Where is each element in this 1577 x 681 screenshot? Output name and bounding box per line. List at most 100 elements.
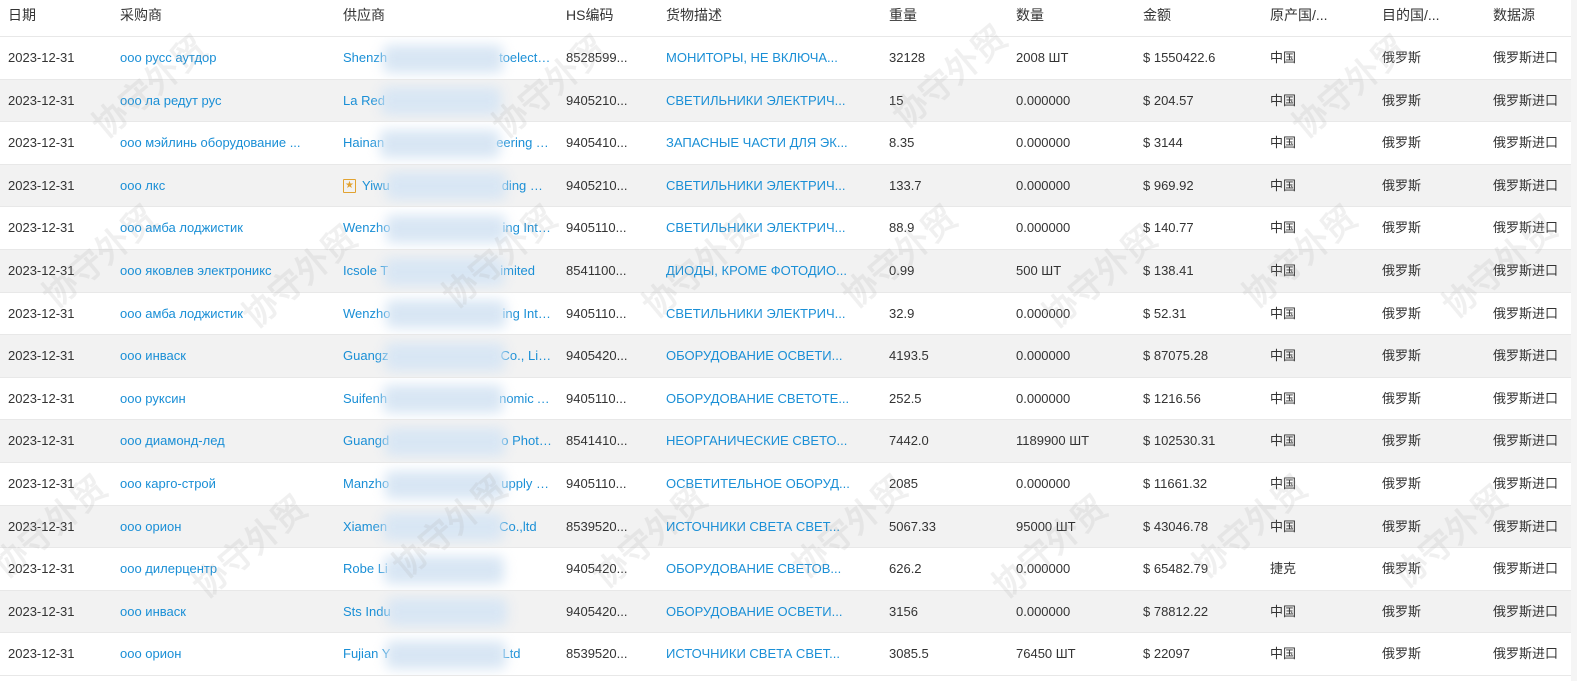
header-weight[interactable]: 重量 [881, 0, 1008, 37]
description-link[interactable]: СВЕТИЛЬНИКИ ЭЛЕКТРИЧ... [658, 164, 881, 208]
description-link[interactable]: СВЕТИЛЬНИКИ ЭЛЕКТРИЧ... [658, 79, 881, 123]
supplier-link[interactable]: Guangz Co., Limited [335, 335, 558, 378]
supplier-link[interactable]: ★Yiwuding Co.,... [335, 164, 558, 208]
description-link[interactable]: СВЕТИЛЬНИКИ ЭЛЕКТРИЧ... [658, 293, 881, 336]
supplier-link[interactable]: Fujian Y Ltd [335, 633, 558, 676]
cell-quantity: 0.000000 [1008, 164, 1135, 208]
supplier-link[interactable]: Robe Li [335, 548, 558, 591]
supplier-name-end: ing Intern... [502, 220, 558, 236]
redacted-blur [385, 172, 506, 201]
header-amount[interactable]: 金额 [1135, 0, 1262, 37]
cell-destination: 俄罗斯 [1374, 505, 1485, 549]
header-quantity[interactable]: 数量 [1008, 0, 1135, 37]
description-link[interactable]: ОБОРУДОВАНИЕ ОСВЕТИ... [658, 590, 881, 634]
description-link[interactable]: ДИОДЫ, КРОМЕ ФОТОДИО... [658, 249, 881, 293]
cell-source: 俄罗斯进口 [1485, 249, 1571, 293]
redacted-blur [386, 598, 507, 627]
bookmark-icon: ★ [343, 179, 356, 194]
supplier-link[interactable]: Wenzho ing Intern... [335, 293, 558, 336]
description-link[interactable]: ОБОРУДОВАНИЕ СВЕТОТЕ... [658, 378, 881, 421]
buyer-link[interactable]: ооо русс аутдор [112, 37, 335, 80]
description-link[interactable]: СВЕТИЛЬНИКИ ЭЛЕКТРИЧ... [658, 207, 881, 250]
cell-amount: $ 87075.28 [1135, 335, 1262, 378]
buyer-link[interactable]: ооо руксин [112, 378, 335, 421]
description-link[interactable]: ОСВЕТИТЕЛЬНОЕ ОБОРУД... [658, 463, 881, 506]
cell-source: 俄罗斯进口 [1485, 633, 1571, 676]
supplier-link[interactable]: Wenzho ing Intern... [335, 207, 558, 250]
supplier-link[interactable]: Suifenh nomic A... [335, 378, 558, 421]
cell-quantity: 0.000000 [1008, 79, 1135, 123]
cell-quantity: 0.000000 [1008, 122, 1135, 165]
header-data-source[interactable]: 数据源 [1485, 0, 1571, 37]
header-origin-country[interactable]: 原产国/... [1262, 0, 1374, 37]
buyer-link[interactable]: ооо орион [112, 505, 335, 549]
cell-origin: 中国 [1262, 633, 1374, 676]
buyer-link[interactable]: ооо мэйлинь оборудование ... [112, 122, 335, 165]
cell-hs-code: 8539520... [558, 633, 658, 676]
supplier-name-end: upply Ch... [501, 475, 558, 491]
buyer-link[interactable]: ооо диамонд-лед [112, 420, 335, 463]
redacted-blur [386, 300, 507, 329]
cell-origin: 中国 [1262, 590, 1374, 634]
cell-amount: $ 52.31 [1135, 293, 1262, 336]
description-link[interactable]: МОНИТОРЫ, НЕ ВКЛЮЧА... [658, 37, 881, 80]
buyer-link[interactable]: ооо ла редут рус [112, 79, 335, 123]
redacted-blur [385, 427, 506, 456]
supplier-name-end: o Photoe... [501, 433, 558, 449]
supplier-link[interactable]: Xiamen Co.,ltd [335, 505, 558, 549]
header-hs-code[interactable]: HS编码 [558, 0, 658, 37]
buyer-link[interactable]: ооо лкс [112, 164, 335, 208]
buyer-link[interactable]: ооо яковлев электроникс [112, 249, 335, 293]
cell-hs-code: 9405210... [558, 79, 658, 123]
supplier-link[interactable]: Sts Indu [335, 590, 558, 634]
cell-source: 俄罗斯进口 [1485, 505, 1571, 549]
buyer-link[interactable]: ооо амба лоджистик [112, 207, 335, 250]
cell-destination: 俄罗斯 [1374, 79, 1485, 123]
buyer-link[interactable]: ооо инваск [112, 590, 335, 634]
supplier-link[interactable]: Manzho upply Ch... [335, 463, 558, 506]
cell-weight: 3085.5 [881, 633, 1008, 676]
buyer-link[interactable]: ооо карго-строй [112, 463, 335, 506]
header-destination-country[interactable]: 目的国/... [1374, 0, 1485, 37]
cell-weight: 5067.33 [881, 505, 1008, 549]
cell-weight: 32128 [881, 37, 1008, 80]
supplier-link[interactable]: Hainan eering Te... [335, 122, 558, 165]
cell-amount: $ 22097 [1135, 633, 1262, 676]
supplier-name-start: Xiamen [343, 518, 388, 534]
cell-weight: 32.9 [881, 293, 1008, 336]
description-link[interactable]: НЕОРГАНИЧЕСКИЕ СВЕТО... [658, 420, 881, 463]
buyer-link[interactable]: ооо инваск [112, 335, 335, 378]
cell-origin: 中国 [1262, 463, 1374, 506]
cell-weight: 15 [881, 79, 1008, 123]
cell-quantity: 2008 ШТ [1008, 37, 1135, 80]
cell-origin: 中国 [1262, 335, 1374, 378]
cell-weight: 626.2 [881, 548, 1008, 591]
cell-amount: $ 138.41 [1135, 249, 1262, 293]
header-supplier[interactable]: 供应商 [335, 0, 558, 37]
supplier-link[interactable]: La Red [335, 79, 558, 123]
scrollbar-track[interactable] [1571, 0, 1577, 681]
buyer-link[interactable]: ооо орион [112, 633, 335, 676]
cell-date: 2023-12-31 [0, 420, 112, 463]
description-link[interactable]: ОБОРУДОВАНИЕ СВЕТОВ... [658, 548, 881, 591]
supplier-name-start: Guangz [343, 348, 389, 364]
supplier-link[interactable]: Guangd o Photoe... [335, 420, 558, 463]
cell-weight: 2085 [881, 463, 1008, 506]
supplier-link[interactable]: Shenzh toelectro... [335, 37, 558, 80]
header-description[interactable]: 货物描述 [658, 0, 881, 37]
header-date[interactable]: 日期 [0, 0, 112, 37]
supplier-link[interactable]: Icsole T imited [335, 249, 558, 293]
cell-quantity: 0.000000 [1008, 463, 1135, 506]
description-link[interactable]: ИСТОЧНИКИ СВЕТА СВЕТ... [658, 633, 881, 676]
description-link[interactable]: ИСТОЧНИКИ СВЕТА СВЕТ... [658, 505, 881, 549]
cell-date: 2023-12-31 [0, 505, 112, 549]
description-link[interactable]: ОБОРУДОВАНИЕ ОСВЕТИ... [658, 335, 881, 378]
header-buyer[interactable]: 采购商 [112, 0, 335, 37]
cell-quantity: 0.000000 [1008, 335, 1135, 378]
buyer-link[interactable]: ооо амба лоджистик [112, 293, 335, 336]
cell-quantity: 76450 ШТ [1008, 633, 1135, 676]
description-link[interactable]: ЗАПАСНЫЕ ЧАСТИ ДЛЯ ЭК... [658, 122, 881, 165]
cell-hs-code: 8541410... [558, 420, 658, 463]
cell-source: 俄罗斯进口 [1485, 293, 1571, 336]
buyer-link[interactable]: ооо дилерцентр [112, 548, 335, 591]
